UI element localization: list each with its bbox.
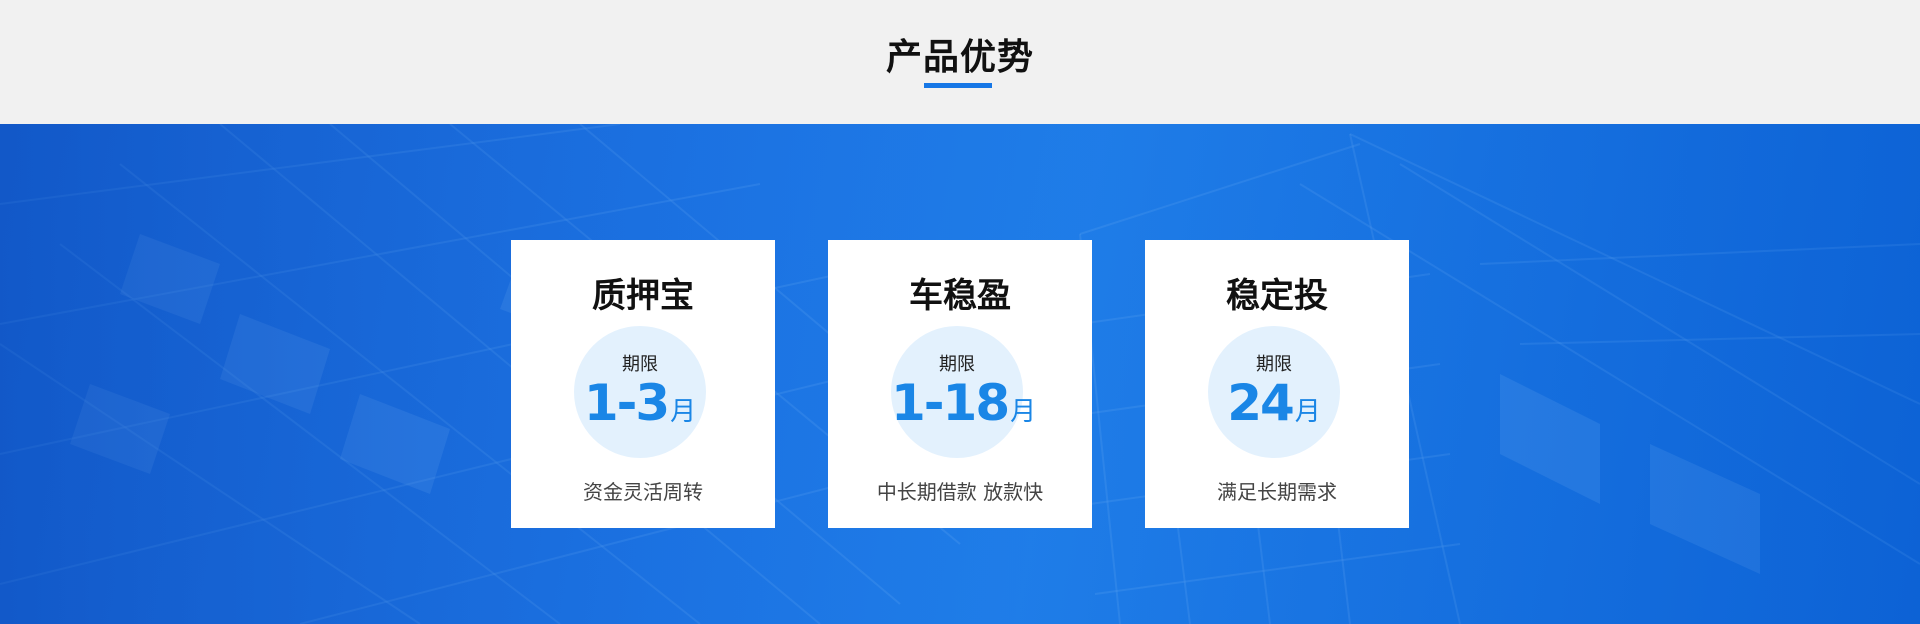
term-number: 24 [1227,374,1295,432]
term-unit: 月 [1010,397,1037,427]
product-title: 质押宝 [592,276,694,316]
section-header: 产品优势 [0,0,1920,124]
product-card-chewenying[interactable]: 车稳盈 期限 1-18月 中长期借款 放款快 [828,240,1092,528]
section-title: 产品优势 [885,37,1034,78]
product-description: 中长期借款 放款快 [876,480,1044,504]
product-title: 车稳盈 [909,276,1011,316]
term-label: 期限 [622,354,658,375]
product-banner: 质押宝 期限 1-3月 资金灵活周转 车稳盈 期限 1-18月 中长期借款 放款… [0,124,1920,624]
product-description: 满足长期需求 [1217,480,1337,504]
term-number: 1-3 [583,374,670,432]
term-value: 1-3月 [574,374,706,432]
product-description: 资金灵活周转 [583,480,703,504]
product-card-wendingtou[interactable]: 稳定投 期限 24月 满足长期需求 [1145,240,1409,528]
term-circle: 期限 1-3月 [574,326,706,458]
term-number: 1-18 [891,374,1010,432]
term-circle: 期限 24月 [1208,326,1340,458]
term-value: 24月 [1208,374,1340,432]
term-unit: 月 [1294,397,1321,427]
title-underline [924,83,992,88]
term-circle: 期限 1-18月 [891,326,1036,458]
term-label: 期限 [1256,354,1292,375]
product-title: 稳定投 [1226,276,1328,316]
term-label: 期限 [939,354,975,375]
term-value: 1-18月 [891,374,1036,432]
product-card-zhiyabao[interactable]: 质押宝 期限 1-3月 资金灵活周转 [511,240,775,528]
term-unit: 月 [670,397,697,427]
